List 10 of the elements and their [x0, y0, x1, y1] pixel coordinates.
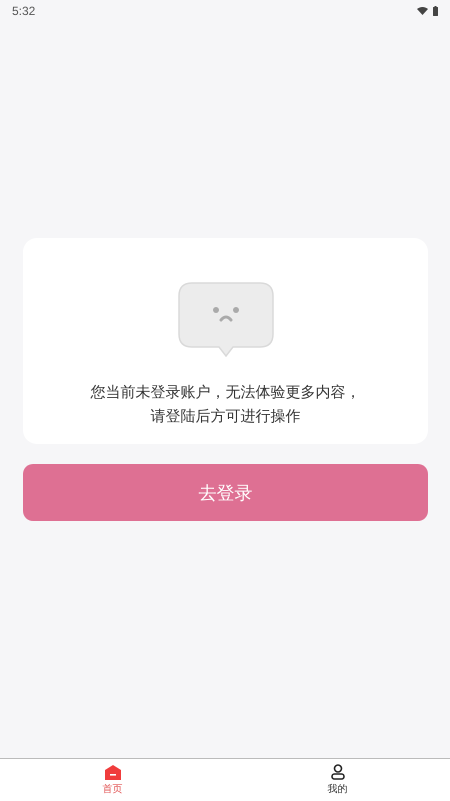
battery-icon: [433, 6, 438, 16]
wifi-icon: [417, 7, 428, 15]
nav-tab[interactable]: 首页: [0, 759, 225, 801]
login-button[interactable]: 去登录: [23, 464, 428, 521]
home-icon: [104, 764, 120, 780]
status-time: 5:32: [12, 4, 36, 18]
sad-chat-bubble-icon: [178, 282, 274, 358]
nav-tab[interactable]: 我的: [225, 759, 450, 801]
login-prompt-text: 您当前未登录账户，无法体验更多内容， 请登陆后方可进行操作: [90, 382, 360, 427]
profile-icon: [330, 764, 344, 780]
